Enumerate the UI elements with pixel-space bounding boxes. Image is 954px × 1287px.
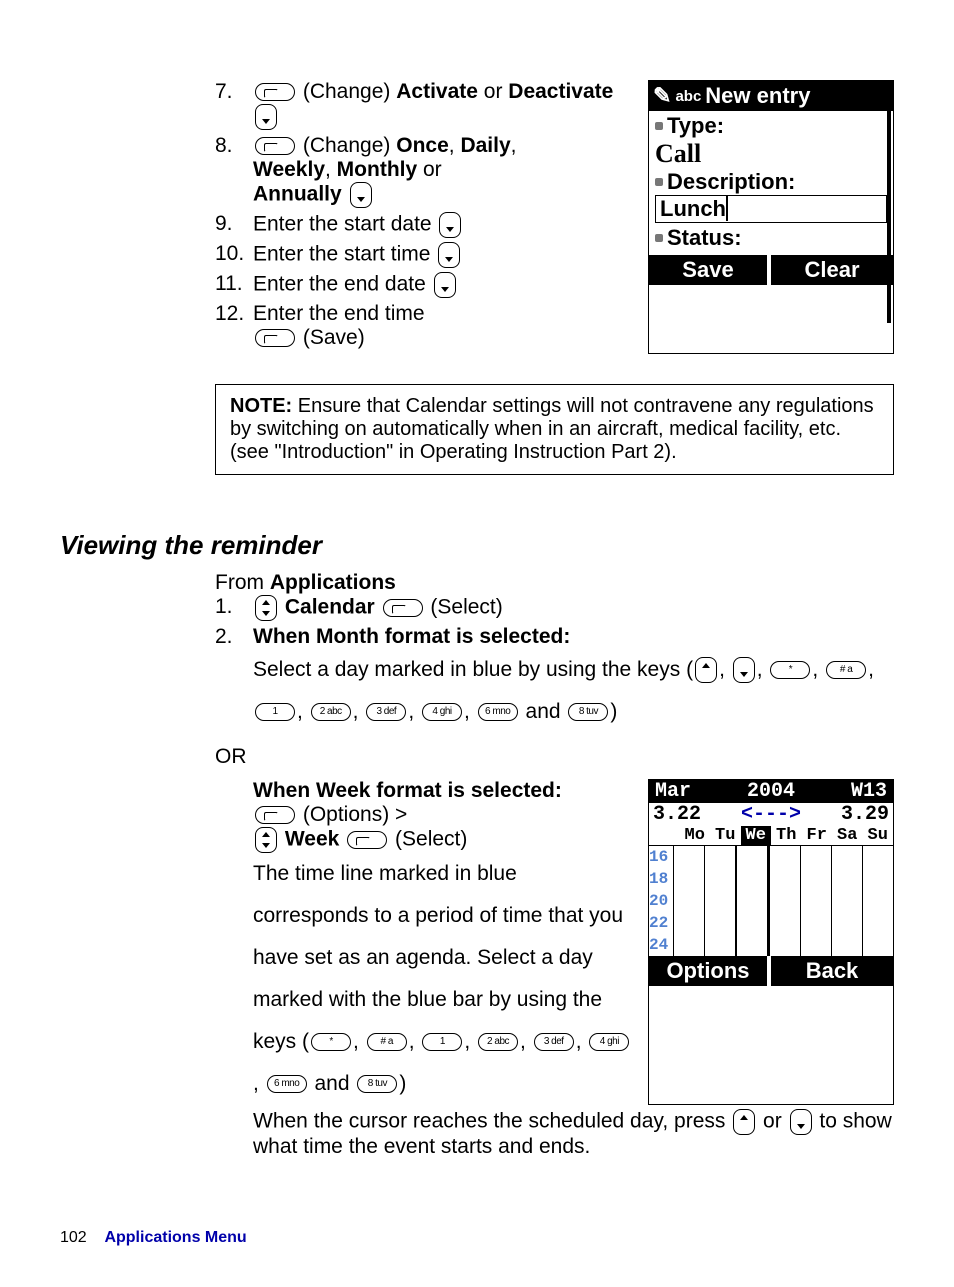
month-format-heading: When Month format is selected:	[253, 625, 894, 649]
key-2-icon: 2 abc	[478, 1033, 518, 1051]
description-input[interactable]: Lunch	[655, 195, 887, 223]
note-label: NOTE:	[230, 395, 292, 417]
wk-year: 2004	[747, 780, 795, 803]
key-3-icon: 3 def	[366, 703, 406, 721]
wk-date-start: 3.22	[653, 803, 701, 826]
wk-day-row: Mo Tu We Th Fr Sa Su	[649, 826, 893, 846]
nav-down-icon	[790, 1109, 812, 1135]
cursor-instruction: When the cursor reaches the scheduled da…	[253, 1109, 894, 1159]
pencil-icon	[653, 83, 671, 109]
softkey-clear[interactable]: Clear	[771, 255, 893, 285]
page-number: 102	[60, 1229, 100, 1247]
step-number: 12.	[215, 302, 253, 326]
from-line: From Applications	[215, 571, 894, 595]
wk-arrow: <--->	[741, 803, 801, 826]
key-4-icon: 4 ghi	[589, 1033, 629, 1051]
step-11: 11. Enter the end date	[215, 272, 632, 298]
softkey-icon	[255, 83, 295, 101]
step-10: 10. Enter the start time	[215, 242, 632, 268]
bullet-icon	[655, 122, 663, 130]
key-6-icon: 6 mno	[478, 703, 518, 721]
bullet-icon	[655, 178, 663, 186]
or-separator: OR	[215, 745, 894, 769]
key-8-icon: 8 tuv	[568, 703, 608, 721]
key-star-icon: *	[311, 1033, 351, 1051]
step-number: 8.	[215, 134, 253, 158]
step-8: 8. (Change) Once, Daily, Weekly, Monthly…	[215, 134, 632, 208]
step-12: 12. Enter the end time (Save)	[215, 302, 632, 350]
step-number: 10.	[215, 242, 253, 266]
softkey-back[interactable]: Back	[771, 956, 893, 986]
wk-hours: 16 18 20 22 24	[649, 846, 673, 956]
page-footer: 102 Applications Menu	[60, 1229, 894, 1247]
key-star-icon: *	[770, 661, 810, 679]
nav-updown-icon	[255, 595, 277, 621]
softkey-icon	[383, 599, 423, 617]
nav-up-icon	[695, 657, 717, 683]
reminder-step-1: 1. Calendar (Select)	[215, 595, 894, 621]
step-7: 7. (Change) Activate or Deactivate	[215, 80, 632, 130]
nav-up-icon	[733, 1109, 755, 1135]
input-mode: abc	[675, 88, 701, 105]
note-box: NOTE: Ensure that Calendar settings will…	[215, 384, 894, 475]
note-text: Ensure that Calendar settings will not c…	[230, 395, 874, 463]
nav-down-icon	[439, 212, 461, 238]
nav-down-icon	[350, 182, 372, 208]
softkey-icon	[255, 137, 295, 155]
reminder-step-2: 2. When Month format is selected: Select…	[215, 625, 894, 733]
key-3-icon: 3 def	[534, 1033, 574, 1051]
wk-grid	[673, 846, 893, 956]
wk-month: Mar	[655, 780, 691, 803]
bullet-icon	[655, 234, 663, 242]
phone-screenshot-week: Mar 2004 W13 3.22 <---> 3.29 Mo Tu We Th…	[648, 779, 894, 1105]
nav-down-icon	[438, 242, 460, 268]
key-8-icon: 8 tuv	[357, 1075, 397, 1093]
phone-title: New entry	[705, 83, 810, 109]
week-format-heading: When Week format is selected:	[253, 779, 634, 803]
nav-down-icon	[255, 104, 277, 130]
nav-updown-icon	[255, 827, 277, 853]
section-heading: Viewing the reminder	[60, 530, 894, 561]
key-2-icon: 2 abc	[311, 703, 351, 721]
nav-down-icon	[434, 272, 456, 298]
wk-date-end: 3.29	[841, 803, 889, 826]
softkey-icon	[347, 831, 387, 849]
key-1-icon: 1	[255, 703, 295, 721]
softkey-options[interactable]: Options	[649, 956, 771, 986]
status-label: Status:	[667, 225, 742, 251]
softkey-icon	[255, 329, 295, 347]
wk-number: W13	[851, 780, 887, 803]
key-hash-icon: # a	[367, 1033, 407, 1051]
step-number: 11.	[215, 272, 253, 296]
nav-down-icon	[733, 657, 755, 683]
softkey-save[interactable]: Save	[649, 255, 771, 285]
key-4-icon: 4 ghi	[422, 703, 462, 721]
footer-title: Applications Menu	[104, 1229, 246, 1246]
key-1-icon: 1	[422, 1033, 462, 1051]
step-number: 7.	[215, 80, 253, 104]
step-number: 9.	[215, 212, 253, 236]
key-hash-icon: # a	[826, 661, 866, 679]
type-value: Call	[655, 139, 887, 169]
type-label: Type:	[667, 113, 724, 139]
scrollbar	[887, 109, 891, 323]
softkey-icon	[255, 806, 295, 824]
step-9: 9. Enter the start date	[215, 212, 632, 238]
phone-screenshot-new-entry: abc New entry Type: Call Description: Lu…	[648, 80, 894, 354]
key-6-icon: 6 mno	[267, 1075, 307, 1093]
description-label: Description:	[667, 169, 795, 195]
